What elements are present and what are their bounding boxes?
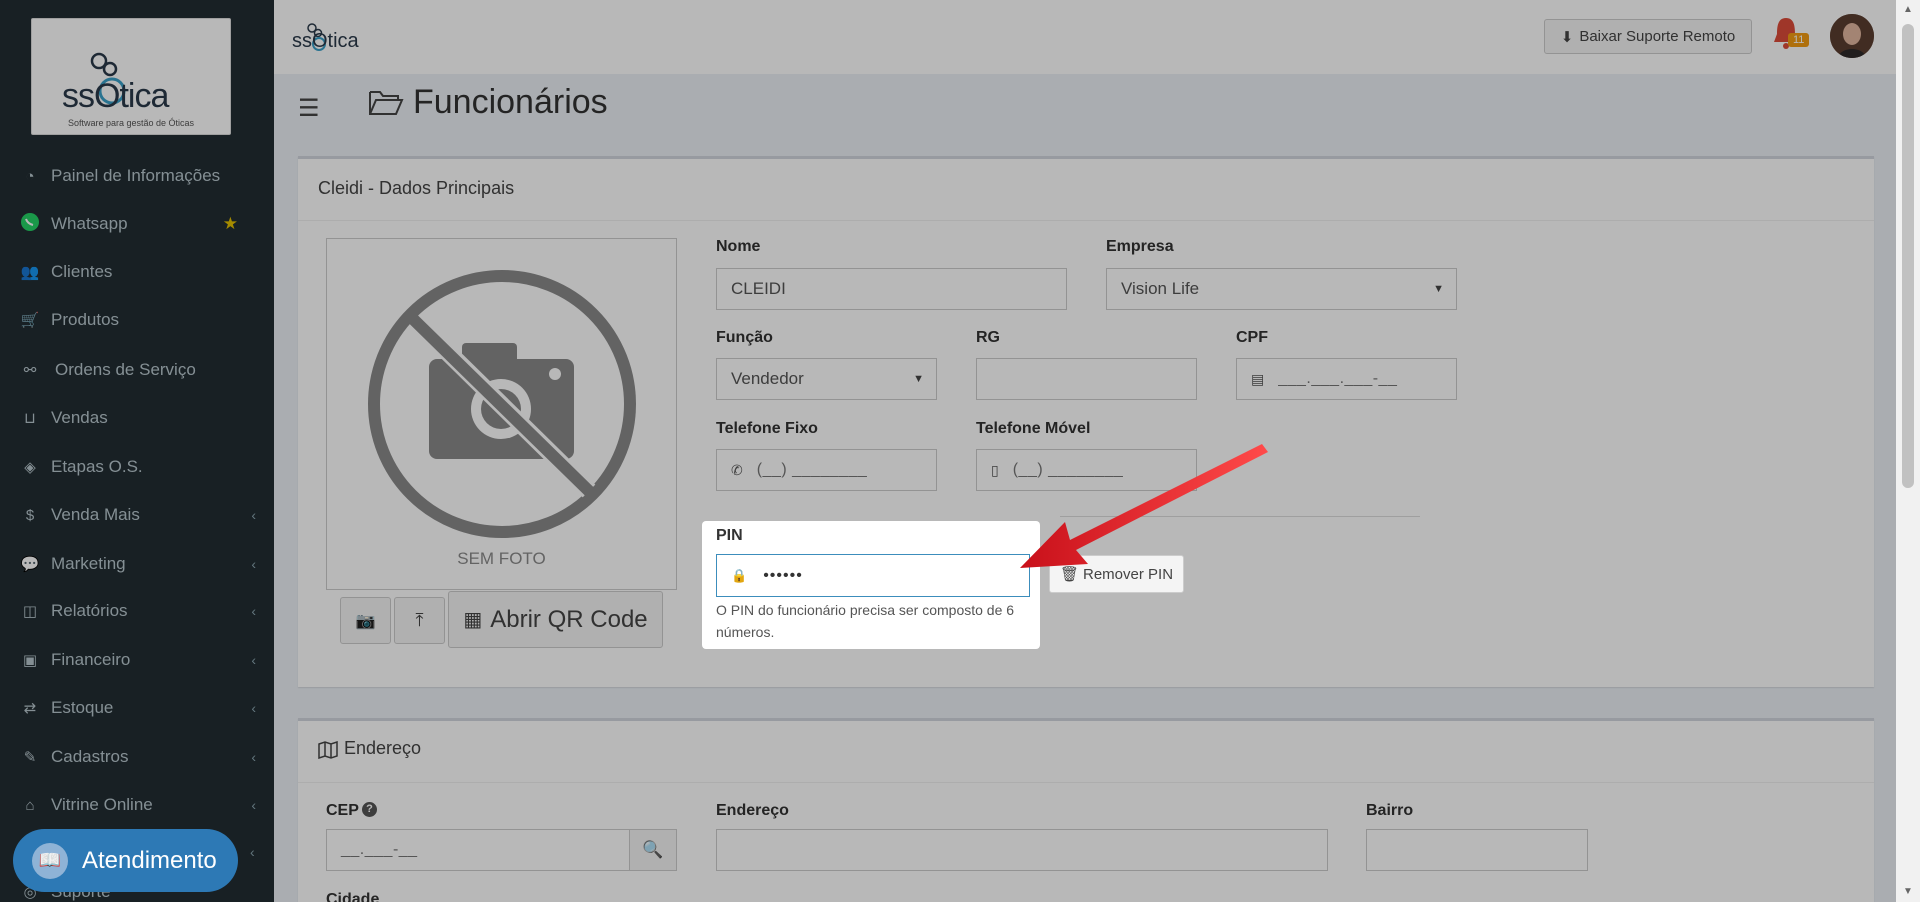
scroll-down-icon[interactable]: ▼ <box>1903 886 1913 897</box>
red-pointer-arrow <box>1020 444 1268 568</box>
support-chat-button[interactable]: 📖 Atendimento <box>13 829 238 892</box>
pin-label: PIN <box>716 527 743 544</box>
pin-highlight-card: PIN 🔒 •••••• O PIN do funcionário precis… <box>702 521 1040 649</box>
scroll-thumb[interactable] <box>1902 24 1914 488</box>
pin-input[interactable]: 🔒 •••••• <box>716 554 1030 597</box>
support-chat-label: Atendimento <box>82 846 217 874</box>
pin-help-text: O PIN do funcionário precisa ser compost… <box>716 602 1015 640</box>
tutorial-overlay <box>0 0 1920 902</box>
lock-icon: 🔒 <box>731 567 748 583</box>
pin-value: •••••• <box>763 566 803 584</box>
scroll-up-icon[interactable]: ▲ <box>1903 4 1913 15</box>
chat-book-icon: 📖 <box>32 842 68 879</box>
page-scrollbar[interactable]: ▲ ▼ <box>1896 0 1920 902</box>
